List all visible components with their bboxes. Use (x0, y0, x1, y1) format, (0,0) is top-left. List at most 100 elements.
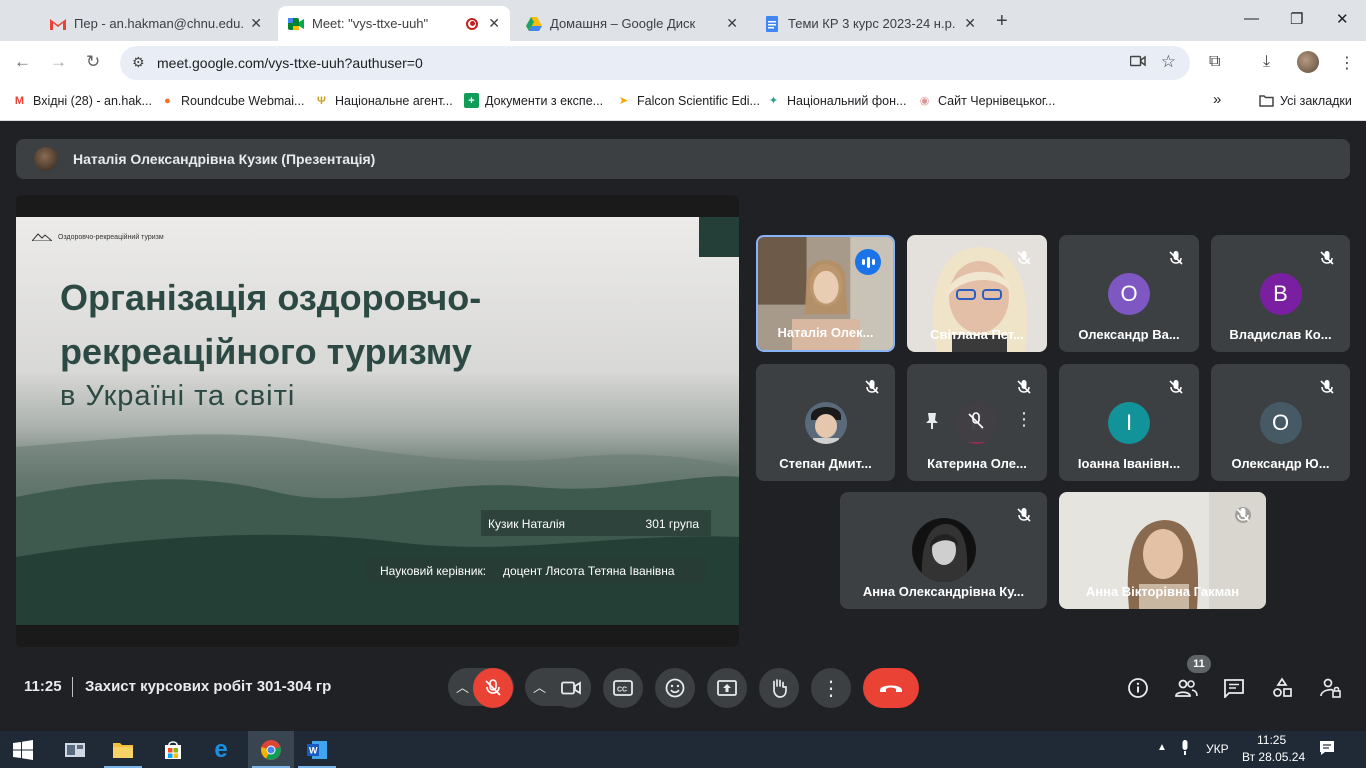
tab-docs[interactable]: Теми КР 3 курс 2023-24 н.р.do ✕ (754, 6, 986, 41)
bookmark-item[interactable]: M Вхідні (28) - an.hak... (12, 93, 152, 108)
mute-participant-icon[interactable] (966, 411, 986, 431)
gmail-icon (50, 16, 66, 32)
reactions-button[interactable] (655, 668, 695, 708)
microphone-toggle-button[interactable] (473, 668, 513, 708)
participant-tile[interactable]: О Олександр Ва... (1059, 235, 1199, 352)
minimize-icon[interactable]: — (1244, 10, 1259, 27)
bookmark-item[interactable]: ➤ Falcon Scientific Edi... (616, 93, 760, 108)
bookmark-star-icon[interactable]: ☆ (1161, 52, 1176, 72)
tab-title: Теми КР 3 курс 2023-24 н.р.do (788, 16, 956, 31)
site-settings-icon[interactable]: ⚙ (132, 54, 145, 71)
muted-mic-icon (1320, 251, 1334, 265)
activities-button[interactable] (1270, 676, 1294, 700)
forward-icon[interactable]: → (50, 52, 67, 72)
leave-call-button[interactable] (863, 668, 919, 708)
more-options-button[interactable]: ⋮ (811, 668, 851, 708)
docs-icon (764, 15, 780, 32)
camera-toggle-button[interactable] (551, 668, 591, 708)
edge-button[interactable]: e (198, 731, 244, 768)
muted-mic-icon (1017, 508, 1031, 522)
tab-meet[interactable]: Meet: "vys-ttxe-uuh" ✕ (278, 6, 510, 41)
bookmark-item[interactable]: ● Roundcube Webmai... (160, 93, 304, 108)
close-window-icon[interactable]: ✕ (1336, 10, 1349, 28)
video-options-chevron-icon[interactable]: ︿ (533, 677, 546, 696)
sheets-icon: + (464, 93, 479, 108)
close-tab-icon[interactable]: ✕ (250, 15, 262, 32)
tray-overflow-icon[interactable]: ▲ (1157, 742, 1167, 753)
people-icon (1175, 679, 1198, 697)
download-icon[interactable]: ⤓ (1263, 53, 1270, 71)
microphone-tray-icon[interactable] (1180, 740, 1190, 759)
participant-tile[interactable]: Степан Дмит... (756, 364, 895, 481)
participant-tile[interactable]: Анна Вікторівна Гакман (1059, 492, 1266, 609)
taskbar-date[interactable]: Вт 28.05.24 (1242, 750, 1305, 764)
participant-tile[interactable]: І Іоанна Іванівн... (1059, 364, 1199, 481)
start-button[interactable] (0, 731, 46, 768)
activities-icon (1273, 677, 1292, 697)
back-icon[interactable]: ← (14, 52, 31, 72)
audio-options-chevron-icon[interactable]: ︿ (456, 677, 469, 696)
close-tab-icon[interactable]: ✕ (488, 15, 500, 32)
taskbar-time[interactable]: 11:25 (1257, 733, 1286, 747)
profile-avatar[interactable] (1297, 51, 1319, 73)
tab-gmail[interactable]: Пер - an.hakman@chnu.edu.ua ✕ (40, 6, 272, 41)
store-button[interactable] (150, 731, 196, 768)
bookmark-item[interactable]: ◉ Сайт Чернівецьког... (917, 93, 1056, 108)
slide-advisor-name: доцент Лясота Тетяна Іванівна (503, 564, 675, 578)
present-screen-button[interactable] (707, 668, 747, 708)
slide-author: Кузик Наталія (488, 517, 566, 531)
mic-off-icon (485, 679, 501, 696)
chat-button[interactable] (1222, 676, 1246, 700)
language-indicator[interactable]: УКР (1206, 742, 1229, 756)
participant-tile[interactable]: О Олександр Ю... (1211, 364, 1350, 481)
captions-button[interactable]: CC (603, 668, 643, 708)
menu-icon[interactable]: ⋮ (1339, 53, 1355, 73)
pin-icon[interactable] (925, 412, 939, 430)
address-bar[interactable]: ⚙ meet.google.com/vys-ttxe-uuh?authuser=… (120, 46, 1190, 80)
participant-avatar (911, 518, 976, 582)
close-tab-icon[interactable]: ✕ (964, 15, 976, 32)
participant-name: Анна Вікторівна Гакман (1085, 584, 1240, 599)
chrome-button[interactable] (248, 731, 294, 768)
participant-tile[interactable]: Анна Олександрівна Ку... (840, 492, 1047, 609)
all-bookmarks-button[interactable]: Усі закладки (1259, 93, 1352, 108)
task-view-button[interactable] (52, 731, 98, 768)
bookmark-item[interactable]: Ψ Національне агент... (314, 93, 453, 108)
reload-icon[interactable]: ↻ (86, 52, 100, 72)
participant-tile[interactable]: Наталія Олек... (756, 235, 895, 352)
participant-tile[interactable]: Світлана Пет... (907, 235, 1047, 352)
participant-tile[interactable]: В Владислав Ко... (1211, 235, 1350, 352)
presentation-slide: Оздоровчо-рекреаційний туризм Організаці… (16, 217, 739, 625)
slide-author-box: Кузик Наталія 301 група (481, 510, 711, 536)
speaking-indicator-icon (855, 249, 881, 275)
url-text[interactable]: meet.google.com/vys-ttxe-uuh?authuser=0 (157, 55, 423, 71)
presentation-view[interactable]: Оздоровчо-рекреаційний туризм Організаці… (16, 195, 739, 647)
restore-icon[interactable]: ❐ (1290, 10, 1303, 28)
bookmark-label: Документи з експе... (485, 93, 604, 108)
participant-name: Олександр Ва... (1078, 327, 1180, 342)
word-button[interactable]: W (294, 731, 340, 768)
fund-icon: ✦ (768, 95, 779, 107)
notifications-icon[interactable] (1319, 740, 1335, 759)
host-controls-button[interactable] (1318, 676, 1342, 700)
participant-tile[interactable]: К ⋮ Катерина Оле... (907, 364, 1047, 481)
participant-name: Анна Олександрівна Ку... (862, 584, 1025, 599)
extensions-icon[interactable]: ⧉ (1209, 53, 1220, 71)
more-bookmarks-button[interactable]: » (1213, 91, 1221, 108)
people-button[interactable] (1174, 676, 1198, 700)
raise-hand-button[interactable] (759, 668, 799, 708)
meeting-details-button[interactable] (1126, 676, 1150, 700)
file-explorer-button[interactable] (100, 731, 146, 768)
bookmark-item[interactable]: + Документи з експе... (464, 93, 603, 108)
meeting-title: Захист курсових робіт 301-304 гр (85, 678, 332, 695)
meet-icon (288, 16, 304, 32)
folder-icon (113, 742, 133, 758)
tab-drive[interactable]: Домашня – Google Диск ✕ (516, 6, 748, 41)
camera-in-use-icon[interactable] (1129, 54, 1146, 70)
new-tab-button[interactable]: + (996, 10, 1008, 33)
bookmark-item[interactable]: ✦ Національний фон... (766, 93, 907, 108)
more-options-icon[interactable]: ⋮ (1015, 409, 1033, 430)
drive-icon (526, 16, 542, 32)
lock-person-icon (1320, 678, 1341, 698)
close-tab-icon[interactable]: ✕ (726, 15, 738, 32)
